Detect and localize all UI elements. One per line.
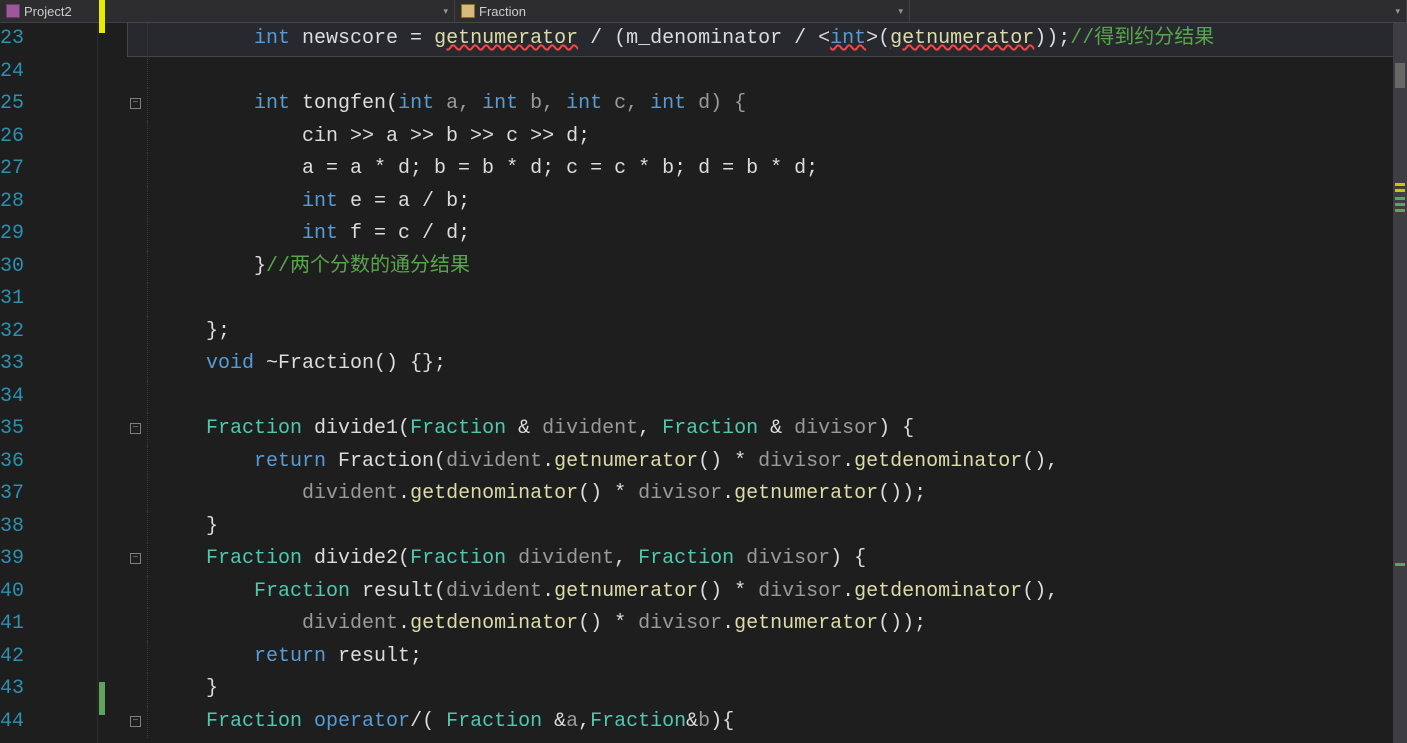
- line-number: 34: [0, 381, 24, 414]
- line-number: 38: [0, 511, 24, 544]
- class-scope-dropdown[interactable]: Fraction ▾: [455, 0, 910, 22]
- project-name: Project2: [24, 4, 72, 19]
- line-number: 44: [0, 706, 24, 739]
- member-scope-dropdown[interactable]: ▾: [910, 0, 1407, 22]
- code-line[interactable]: divident.getdenominator() * divisor.getn…: [128, 608, 1407, 641]
- line-number: 36: [0, 446, 24, 479]
- code-line[interactable]: }//两个分数的通分结果: [128, 251, 1407, 284]
- vertical-scrollbar[interactable]: [1393, 23, 1407, 743]
- code-line[interactable]: int newscore = getnumerator / (m_denomin…: [128, 23, 1407, 56]
- line-number-gutter: 23 24 25 26 27 28 29 30 31 32 33 34 35 3…: [0, 23, 98, 743]
- code-line[interactable]: };: [128, 316, 1407, 349]
- navigation-bar: Project2 ▾ Fraction ▾ ▾: [0, 0, 1407, 23]
- code-line[interactable]: int f = c / d;: [128, 218, 1407, 251]
- code-line[interactable]: return result;: [128, 641, 1407, 674]
- class-name: Fraction: [479, 4, 526, 19]
- fold-toggle[interactable]: −: [130, 553, 141, 564]
- line-number: 30: [0, 251, 24, 284]
- fold-toggle[interactable]: −: [130, 423, 141, 434]
- scroll-change-marker: [1395, 189, 1405, 192]
- code-line[interactable]: − Fraction operator/( Fraction &a,Fracti…: [128, 706, 1407, 739]
- scroll-change-marker: [1395, 209, 1405, 212]
- chevron-down-icon: ▾: [898, 6, 903, 17]
- line-number: 35: [0, 413, 24, 446]
- project-scope-dropdown[interactable]: Project2 ▾: [0, 0, 455, 22]
- line-number: 27: [0, 153, 24, 186]
- line-number: 37: [0, 478, 24, 511]
- code-line[interactable]: − Fraction divide2(Fraction divident, Fr…: [128, 543, 1407, 576]
- line-number: 41: [0, 608, 24, 641]
- line-number: 33: [0, 348, 24, 381]
- fold-toggle[interactable]: −: [130, 716, 141, 727]
- code-line[interactable]: divident.getdenominator() * divisor.getn…: [128, 478, 1407, 511]
- line-number: 42: [0, 641, 24, 674]
- scroll-change-marker: [1395, 563, 1405, 566]
- line-number: 24: [0, 56, 24, 89]
- code-line[interactable]: [128, 56, 1407, 89]
- cpp-project-icon: [6, 4, 20, 18]
- chevron-down-icon: ▾: [1395, 6, 1400, 17]
- line-number: 39: [0, 543, 24, 576]
- line-number: 23: [0, 23, 24, 56]
- fold-toggle[interactable]: −: [130, 98, 141, 109]
- scroll-change-marker: [1395, 197, 1405, 200]
- scrollbar-thumb[interactable]: [1395, 63, 1405, 88]
- class-icon: [461, 4, 475, 18]
- code-line[interactable]: return Fraction(divident.getnumerator() …: [128, 446, 1407, 479]
- line-number: 40: [0, 576, 24, 609]
- code-line[interactable]: void ~Fraction() {};: [128, 348, 1407, 381]
- line-number: 29: [0, 218, 24, 251]
- code-editor[interactable]: 23 24 25 26 27 28 29 30 31 32 33 34 35 3…: [0, 23, 1407, 743]
- line-number: 31: [0, 283, 24, 316]
- chevron-down-icon: ▾: [443, 6, 448, 17]
- line-number: 28: [0, 186, 24, 219]
- code-line[interactable]: a = a * d; b = b * d; c = c * b; d = b *…: [128, 153, 1407, 186]
- code-line[interactable]: int e = a / b;: [128, 186, 1407, 219]
- code-line[interactable]: [128, 283, 1407, 316]
- line-number: 43: [0, 673, 24, 706]
- code-line[interactable]: − int tongfen(int a, int b, int c, int d…: [128, 88, 1407, 121]
- code-line[interactable]: Fraction result(divident.getnumerator() …: [128, 576, 1407, 609]
- code-line[interactable]: cin >> a >> b >> c >> d;: [128, 121, 1407, 154]
- code-line[interactable]: − Fraction divide1(Fraction & divident, …: [128, 413, 1407, 446]
- scroll-change-marker: [1395, 203, 1405, 206]
- code-line[interactable]: }: [128, 673, 1407, 706]
- code-line[interactable]: [128, 381, 1407, 414]
- scroll-change-marker: [1395, 183, 1405, 186]
- line-number: 32: [0, 316, 24, 349]
- line-number: 25: [0, 88, 24, 121]
- line-number: 26: [0, 121, 24, 154]
- code-line[interactable]: }: [128, 511, 1407, 544]
- code-lines[interactable]: int newscore = getnumerator / (m_denomin…: [98, 23, 1407, 743]
